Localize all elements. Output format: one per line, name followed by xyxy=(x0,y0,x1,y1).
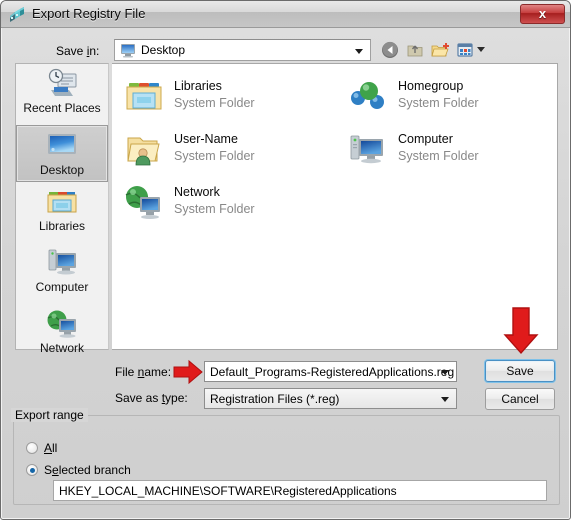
views-chevron-down-icon[interactable] xyxy=(477,47,485,52)
radio-label: All xyxy=(44,441,58,455)
libraries-folder-icon xyxy=(45,186,79,218)
file-name-input[interactable]: Default_Programs-RegisteredApplications.… xyxy=(204,361,457,382)
file-list-view[interactable]: Libraries System Folder Homegroup System… xyxy=(112,63,558,350)
close-icon: x xyxy=(538,6,547,21)
libraries-folder-icon xyxy=(124,78,164,116)
network-globe-icon xyxy=(124,184,164,222)
save-as-type-value: Registration Files (*.reg) xyxy=(210,392,340,406)
file-name-value: Default_Programs-RegisteredApplications.… xyxy=(210,365,455,379)
back-button[interactable] xyxy=(380,40,401,60)
chevron-down-icon[interactable] xyxy=(355,49,363,54)
save-in-value: Desktop xyxy=(141,43,186,57)
desktop-monitor-icon xyxy=(45,130,79,162)
homegroup-icon xyxy=(348,78,388,116)
title-bar[interactable]: Export Registry File x xyxy=(1,1,570,28)
sidebar-item-network[interactable]: Network xyxy=(16,308,108,365)
branch-path-value: HKEY_LOCAL_MACHINE\SOFTWARE\RegisteredAp… xyxy=(59,484,397,498)
file-name-label: File name: xyxy=(115,365,172,379)
save-button-arrow xyxy=(503,307,539,355)
list-item-type: System Folder xyxy=(398,149,479,163)
save-in-combo[interactable]: Desktop xyxy=(114,39,371,61)
chevron-down-icon[interactable] xyxy=(441,397,449,402)
list-item-name: Libraries xyxy=(174,79,222,93)
sidebar-item-computer[interactable]: Computer xyxy=(16,247,108,304)
list-item-name: Homegroup xyxy=(398,79,464,93)
radio-icon-selected xyxy=(26,464,38,476)
list-item-type: System Folder xyxy=(174,149,255,163)
desktop-monitor-icon xyxy=(120,43,136,58)
sidebar-item-libraries[interactable]: Libraries xyxy=(16,186,108,243)
save-in-label: Save in: xyxy=(56,44,100,58)
list-item-type: System Folder xyxy=(174,202,255,216)
radio-label: Selected branch xyxy=(44,463,131,477)
sidebar-item-label: Libraries xyxy=(38,219,86,233)
recent-places-icon xyxy=(45,68,79,100)
save-button[interactable]: Save xyxy=(485,360,555,382)
sidebar-item-label: Computer xyxy=(35,280,89,294)
chevron-down-icon[interactable] xyxy=(441,370,449,375)
radio-icon xyxy=(26,442,38,454)
save-as-type-select[interactable]: Registration Files (*.reg) xyxy=(204,388,457,409)
computer-monitor-icon xyxy=(45,247,79,279)
file-name-arrow xyxy=(173,359,203,385)
list-item-type: System Folder xyxy=(398,96,479,110)
views-button[interactable] xyxy=(455,40,475,60)
close-button[interactable]: x xyxy=(520,4,565,24)
export-registry-file-dialog: Export Registry File x Save in: Desktop xyxy=(0,0,571,520)
sidebar-item-label: Network xyxy=(39,341,84,355)
sidebar-item-recent-places[interactable]: Recent Places xyxy=(16,68,108,125)
registry-editor-icon xyxy=(9,6,26,23)
save-as-type-label: Save as type: xyxy=(115,391,188,405)
sidebar-item-label: Recent Places xyxy=(23,101,101,115)
branch-path-input[interactable]: HKEY_LOCAL_MACHINE\SOFTWARE\RegisteredAp… xyxy=(53,480,547,501)
list-item-name: Computer xyxy=(398,132,453,146)
cancel-button[interactable]: Cancel xyxy=(485,388,555,410)
new-folder-button[interactable] xyxy=(430,40,451,60)
export-range-title: Export range xyxy=(11,408,88,422)
list-item-type: System Folder xyxy=(174,96,255,110)
list-item-name: Network xyxy=(174,185,220,199)
network-globe-icon xyxy=(45,308,79,340)
up-folder-button[interactable] xyxy=(405,40,426,60)
places-bar: Recent Places Desktop Libraries Computer… xyxy=(15,63,109,355)
list-item-name: User-Name xyxy=(174,132,238,146)
window-title: Export Registry File xyxy=(32,6,146,21)
sidebar-item-desktop[interactable]: Desktop xyxy=(16,125,108,182)
computer-monitor-icon xyxy=(348,131,388,169)
sidebar-item-label: Desktop xyxy=(39,163,85,177)
user-folder-icon xyxy=(124,131,164,169)
